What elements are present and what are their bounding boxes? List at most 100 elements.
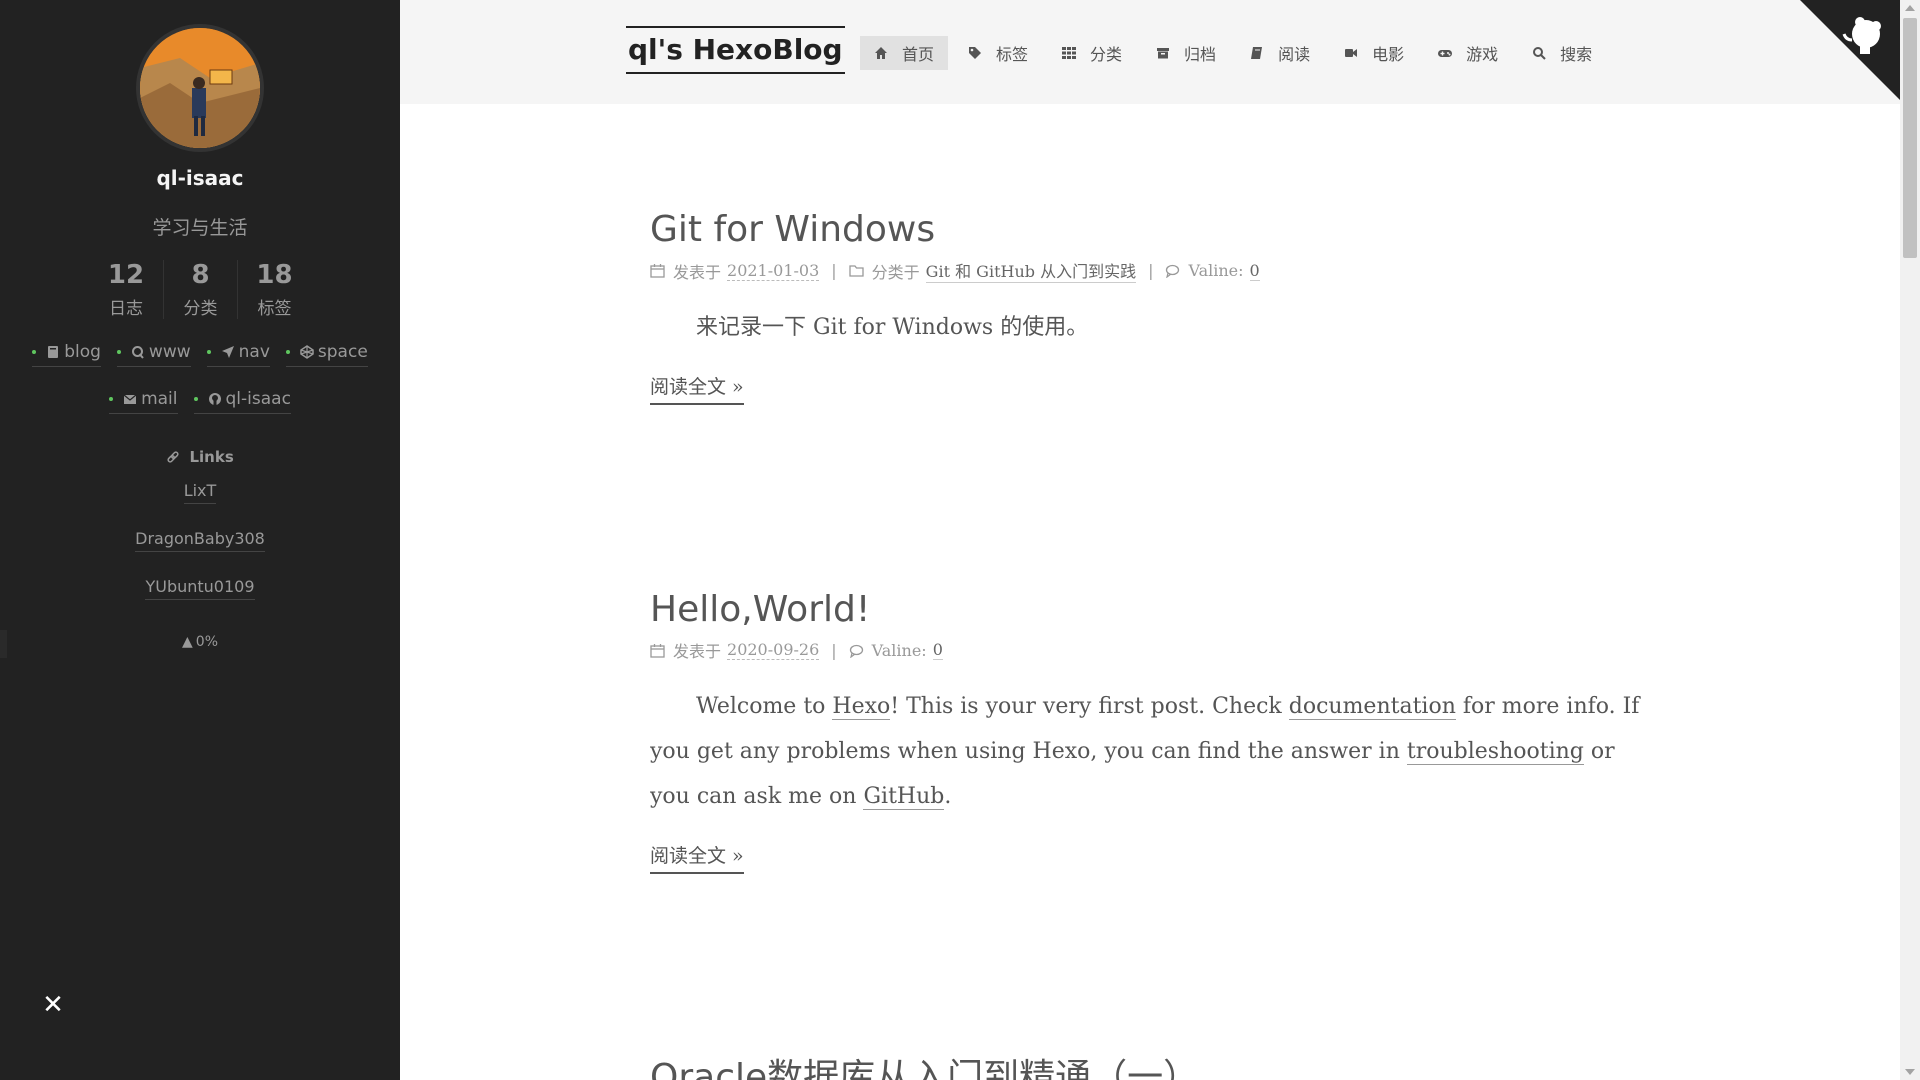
- social-links-row-1: blog www nav space: [0, 342, 400, 367]
- social-link-label: mail: [141, 389, 178, 409]
- stat-tags[interactable]: 18 标签: [237, 260, 311, 319]
- social-link-mail[interactable]: mail: [109, 389, 178, 414]
- hexo-link[interactable]: Hexo: [832, 694, 891, 720]
- post-category-link[interactable]: Git 和 GitHub 从入门到实践: [925, 258, 1137, 283]
- post-excerpt: 来记录一下 Git for Windows 的使用。: [696, 315, 1089, 340]
- read-more-link[interactable]: 阅读全文 »: [650, 372, 744, 405]
- author-description: 学习与生活: [152, 217, 248, 239]
- post-title-link[interactable]: Hello,World!: [650, 586, 1650, 634]
- menu-item-archives[interactable]: 归档: [1142, 36, 1230, 70]
- comment-icon: [849, 644, 863, 658]
- q-icon: [131, 346, 144, 359]
- social-link-github[interactable]: ql-isaac: [193, 389, 291, 414]
- scrollbar-thumb[interactable]: [1903, 18, 1917, 258]
- social-link-label: www: [148, 342, 191, 362]
- post-comment-label: Valine:: [871, 640, 927, 660]
- calendar-icon: [650, 643, 665, 658]
- post-excerpt: Welcome to Hexo! This is your very first…: [650, 684, 1640, 819]
- reading-progress: 0%: [195, 634, 218, 650]
- menu-item-label: 归档: [1184, 45, 1217, 64]
- post-comment-count[interactable]: 0: [932, 640, 943, 660]
- author-name: ql-isaac: [156, 166, 244, 190]
- social-link-space[interactable]: space: [285, 342, 368, 367]
- arrow-up-icon: ▲: [182, 634, 193, 650]
- post-date: 2021-01-03: [727, 260, 820, 281]
- post-title-link[interactable]: Oracle数据库从入门到精通（一）: [650, 1054, 1650, 1080]
- menu-item-movies[interactable]: 电影: [1330, 36, 1418, 70]
- link-icon: [167, 451, 179, 463]
- blogroll-link-dragonbaby308[interactable]: DragonBaby308: [135, 529, 265, 552]
- scroll-up-arrow[interactable]: [1905, 5, 1915, 11]
- post-title-link[interactable]: Git for Windows: [650, 206, 1650, 254]
- main-menu: 首页 标签 分类 归档 阅读 电影 游戏 搜索: [860, 36, 1612, 70]
- stat-categories-count: 8: [191, 260, 210, 290]
- menu-item-label: 首页: [902, 45, 935, 64]
- menu-item-label: 分类: [1090, 45, 1123, 64]
- social-link-nav[interactable]: nav: [206, 342, 270, 367]
- book-icon: [1251, 47, 1263, 59]
- avatar-image: [140, 28, 260, 148]
- stat-tags-label: 标签: [257, 299, 292, 319]
- menu-item-tags[interactable]: 标签: [954, 36, 1042, 70]
- social-links-row-2: mail ql-isaac: [0, 389, 400, 414]
- post-item: Git for Windows 发表于 2021-01-03 | 分类于 Git…: [650, 206, 1650, 405]
- menu-item-home[interactable]: 首页: [860, 36, 949, 70]
- bullet-dot: [116, 350, 121, 354]
- stat-categories[interactable]: 8 分类: [163, 260, 237, 319]
- post-meta: 发表于 2020-09-26 | Valine: 0: [650, 638, 1650, 662]
- menu-item-search[interactable]: 搜索: [1518, 36, 1606, 70]
- github-link[interactable]: GitHub: [863, 784, 945, 810]
- post-item: Oracle数据库从入门到精通（一）: [650, 1054, 1650, 1080]
- documentation-link[interactable]: documentation: [1288, 694, 1456, 720]
- social-link-blog[interactable]: blog: [32, 342, 101, 367]
- github-icon: [208, 393, 221, 405]
- menu-item-games[interactable]: 游戏: [1424, 36, 1512, 70]
- stat-posts[interactable]: 12 日志: [89, 260, 163, 319]
- bullet-dot: [109, 397, 114, 401]
- menu-item-label: 标签: [996, 45, 1029, 64]
- menu-item-reading[interactable]: 阅读: [1236, 36, 1324, 70]
- search-icon: [1533, 47, 1546, 60]
- post-meta: 发表于 2021-01-03 | 分类于 Git 和 GitHub 从入门到实践…: [650, 258, 1650, 283]
- social-link-label: space: [317, 342, 368, 362]
- meta-divider: |: [1148, 261, 1154, 280]
- read-more-link[interactable]: 阅读全文 »: [650, 841, 744, 874]
- post-comment-label: Valine:: [1188, 261, 1244, 280]
- menu-item-label: 搜索: [1560, 45, 1593, 64]
- github-corner-icon[interactable]: [1800, 0, 1900, 100]
- calendar-icon: [650, 264, 665, 278]
- sidebar-close-button[interactable]: ✕: [42, 992, 64, 1018]
- social-link-www[interactable]: www: [116, 342, 191, 367]
- codepen-icon: [300, 345, 314, 359]
- bullet-dot: [285, 350, 290, 354]
- gamepad-icon: [1438, 50, 1453, 57]
- post-date-label: 发表于: [673, 642, 722, 661]
- excerpt-text: ! This is your very first post. Check: [890, 694, 1289, 719]
- post-item: Hello,World! 发表于 2020-09-26 | Valine: 0 …: [650, 586, 1650, 874]
- post-date: 2020-09-26: [727, 640, 820, 660]
- excerpt-text: .: [944, 784, 952, 809]
- envelope-icon: [123, 394, 137, 404]
- stat-posts-count: 12: [107, 260, 145, 290]
- troubleshooting-link[interactable]: troubleshooting: [1406, 739, 1584, 765]
- page-scrollbar[interactable]: [1900, 0, 1920, 1080]
- back-to-top[interactable]: ▲ 0%: [0, 634, 400, 650]
- site-title[interactable]: ql's HexoBlog: [626, 26, 845, 74]
- post-date-label: 发表于: [673, 262, 722, 282]
- post-comment-count[interactable]: 0: [1249, 261, 1260, 281]
- book-icon: [48, 346, 59, 358]
- blogroll-link-yubuntu0109[interactable]: YUbuntu0109: [145, 577, 255, 600]
- stat-categories-label: 分类: [183, 299, 218, 319]
- bullet-dot: [193, 397, 198, 401]
- menu-item-label: 游戏: [1466, 45, 1499, 64]
- meta-divider: |: [831, 261, 837, 280]
- blogroll-link-lixt[interactable]: LixT: [183, 481, 217, 504]
- th-icon: [1062, 47, 1077, 59]
- video-camera-icon: [1345, 49, 1358, 57]
- site-header: ql's HexoBlog 首页 标签 分类 归档 阅读 电影 游戏 搜索: [400, 0, 1900, 104]
- author-avatar[interactable]: [136, 24, 264, 152]
- scroll-down-arrow[interactable]: [1905, 1069, 1915, 1075]
- home-icon: [875, 47, 887, 59]
- blogroll-item: LixT: [0, 481, 400, 504]
- menu-item-categories[interactable]: 分类: [1048, 36, 1136, 70]
